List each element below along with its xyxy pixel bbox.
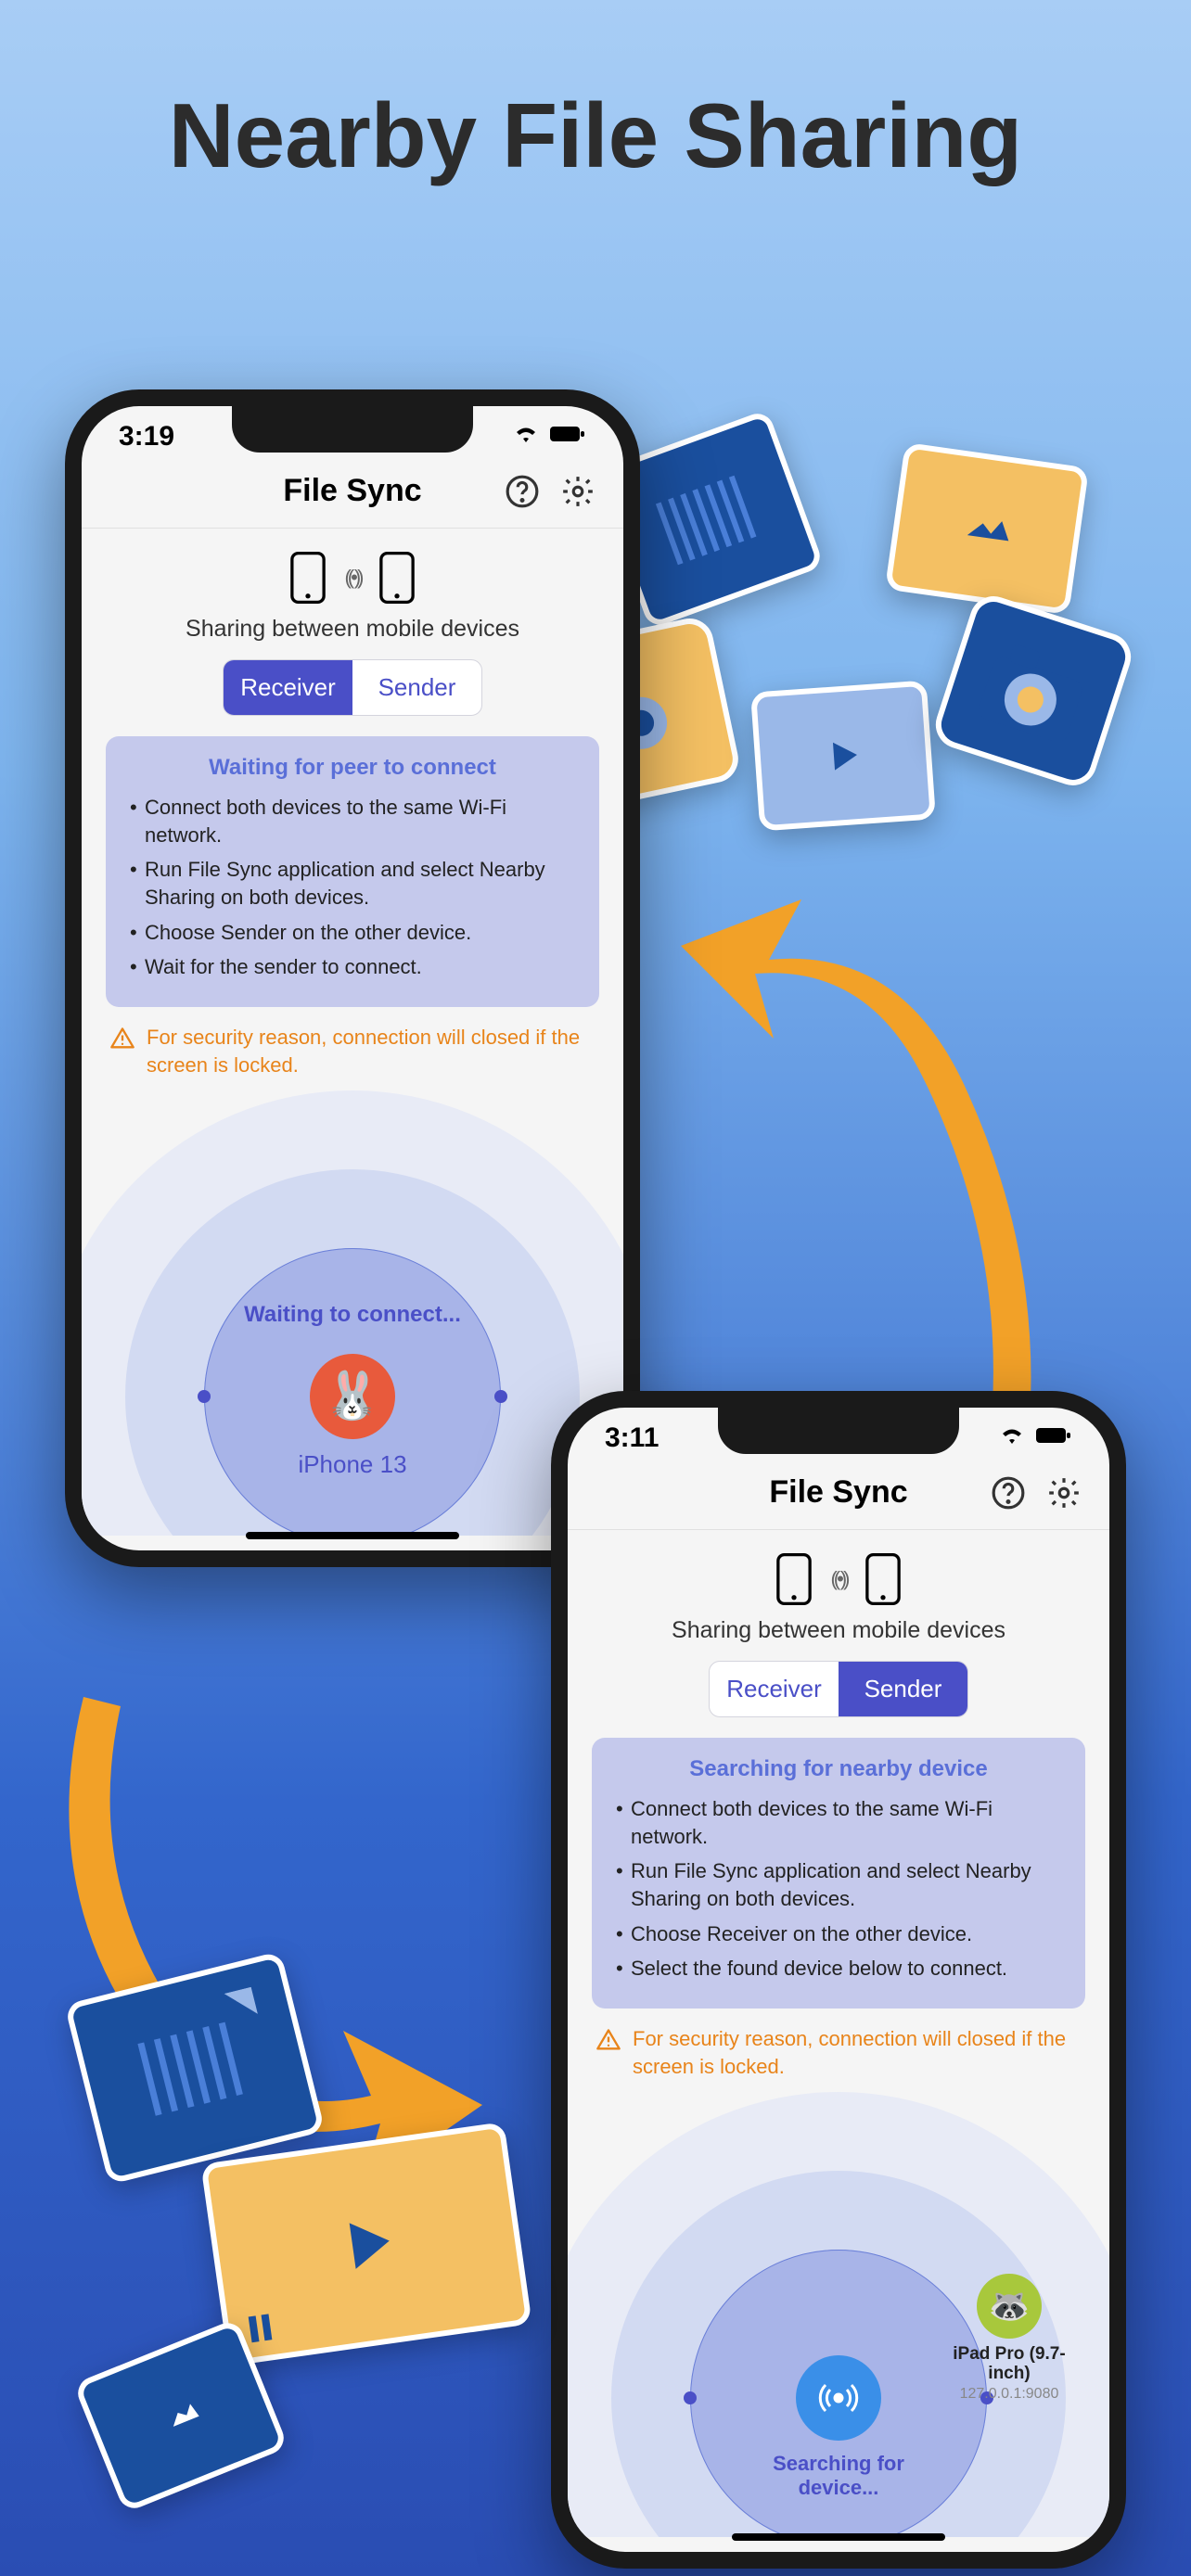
status-indicators (512, 424, 586, 450)
found-device-name: iPad Pro (9.7-inch) (944, 2344, 1074, 2385)
device-diagram: ((•)) (82, 529, 623, 616)
self-avatar: 🐰 (310, 1354, 395, 1439)
found-device-ip: 127.0.0.1:9080 (944, 2386, 1074, 2403)
instructions-title: Waiting for peer to connect (126, 755, 579, 781)
radar-status: Waiting to connect... (82, 1302, 623, 1328)
instruction-item: Run File Sync application and select Nea… (126, 856, 579, 911)
file-icon-camera (929, 590, 1137, 791)
phone-icon (775, 1552, 813, 1606)
broadcast-icon (796, 2355, 881, 2441)
radar-status: Searching for device... (750, 2452, 927, 2501)
device-diagram: ((•)) (568, 1530, 1109, 1617)
app-title: File Sync (283, 473, 421, 509)
file-icon-video (750, 681, 936, 832)
app-title: File Sync (769, 1474, 907, 1511)
phone-icon (378, 551, 416, 605)
signal-waves-icon: ((•)) (344, 566, 360, 590)
instruction-item: Connect both devices to the same Wi-Fi n… (612, 1795, 1065, 1850)
security-warning: For security reason, connection will clo… (596, 2025, 1082, 2080)
warning-text: For security reason, connection will clo… (633, 2025, 1082, 2080)
wifi-icon (998, 1425, 1026, 1451)
file-icon-video (200, 2122, 531, 2366)
sender-tab[interactable]: Sender (839, 1662, 967, 1716)
sharing-label: Sharing between mobile devices (82, 616, 623, 643)
phone-icon (864, 1552, 903, 1606)
battery-icon (549, 425, 586, 449)
phone-icon (288, 551, 327, 605)
sharing-label: Sharing between mobile devices (568, 1617, 1109, 1644)
page-title: Nearby File Sharing (0, 0, 1191, 188)
home-indicator[interactable] (732, 2533, 945, 2541)
radar-view: Searching for device... 🦝 iPad Pro (9.7-… (568, 2092, 1109, 2537)
instruction-item: Run File Sync application and select Nea… (612, 1857, 1065, 1912)
instructions-title: Searching for nearby device (612, 1756, 1065, 1782)
instructions-panel: Waiting for peer to connect Connect both… (106, 736, 599, 1007)
found-device[interactable]: 🦝 iPad Pro (9.7-inch) 127.0.0.1:9080 (944, 2274, 1074, 2404)
security-warning: For security reason, connection will clo… (109, 1024, 596, 1078)
mode-toggle: Receiver Sender (709, 1661, 968, 1717)
warning-icon (596, 2027, 621, 2053)
status-indicators (998, 1425, 1072, 1451)
mode-toggle: Receiver Sender (223, 659, 482, 716)
status-time: 3:19 (119, 421, 174, 453)
file-icon-image (885, 442, 1089, 615)
phone-mockup-sender: 3:11 File Sync ((•)) Sharing between mob… (551, 1391, 1126, 2569)
instruction-item: Wait for the sender to connect. (126, 953, 579, 981)
home-indicator[interactable] (246, 1532, 459, 1539)
instruction-item: Choose Sender on the other device. (126, 919, 579, 947)
battery-icon (1035, 1426, 1072, 1450)
receiver-tab[interactable]: Receiver (710, 1662, 839, 1716)
wifi-icon (512, 424, 540, 450)
receiver-tab[interactable]: Receiver (224, 660, 352, 715)
signal-waves-icon: ((•)) (830, 1567, 846, 1591)
gear-icon[interactable] (560, 474, 596, 509)
app-header: File Sync (568, 1454, 1109, 1530)
instruction-item: Connect both devices to the same Wi-Fi n… (126, 794, 579, 848)
status-time: 3:11 (605, 1422, 659, 1454)
gear-icon[interactable] (1046, 1475, 1082, 1511)
sender-tab[interactable]: Sender (352, 660, 481, 715)
instruction-item: Choose Receiver on the other device. (612, 1920, 1065, 1948)
self-device-name: iPhone 13 (82, 1450, 623, 1479)
radar-view: Waiting to connect... 🐰 iPhone 13 (82, 1090, 623, 1536)
instructions-panel: Searching for nearby device Connect both… (592, 1738, 1085, 2009)
help-icon[interactable] (991, 1475, 1026, 1511)
help-icon[interactable] (505, 474, 540, 509)
warning-text: For security reason, connection will clo… (147, 1024, 596, 1078)
phone-mockup-receiver: 3:19 File Sync ((•)) Sharing between mob… (65, 389, 640, 1567)
found-device-avatar: 🦝 (977, 2274, 1042, 2339)
warning-icon (109, 1026, 135, 1052)
instruction-item: Select the found device below to connect… (612, 1955, 1065, 1983)
app-header: File Sync (82, 453, 623, 529)
